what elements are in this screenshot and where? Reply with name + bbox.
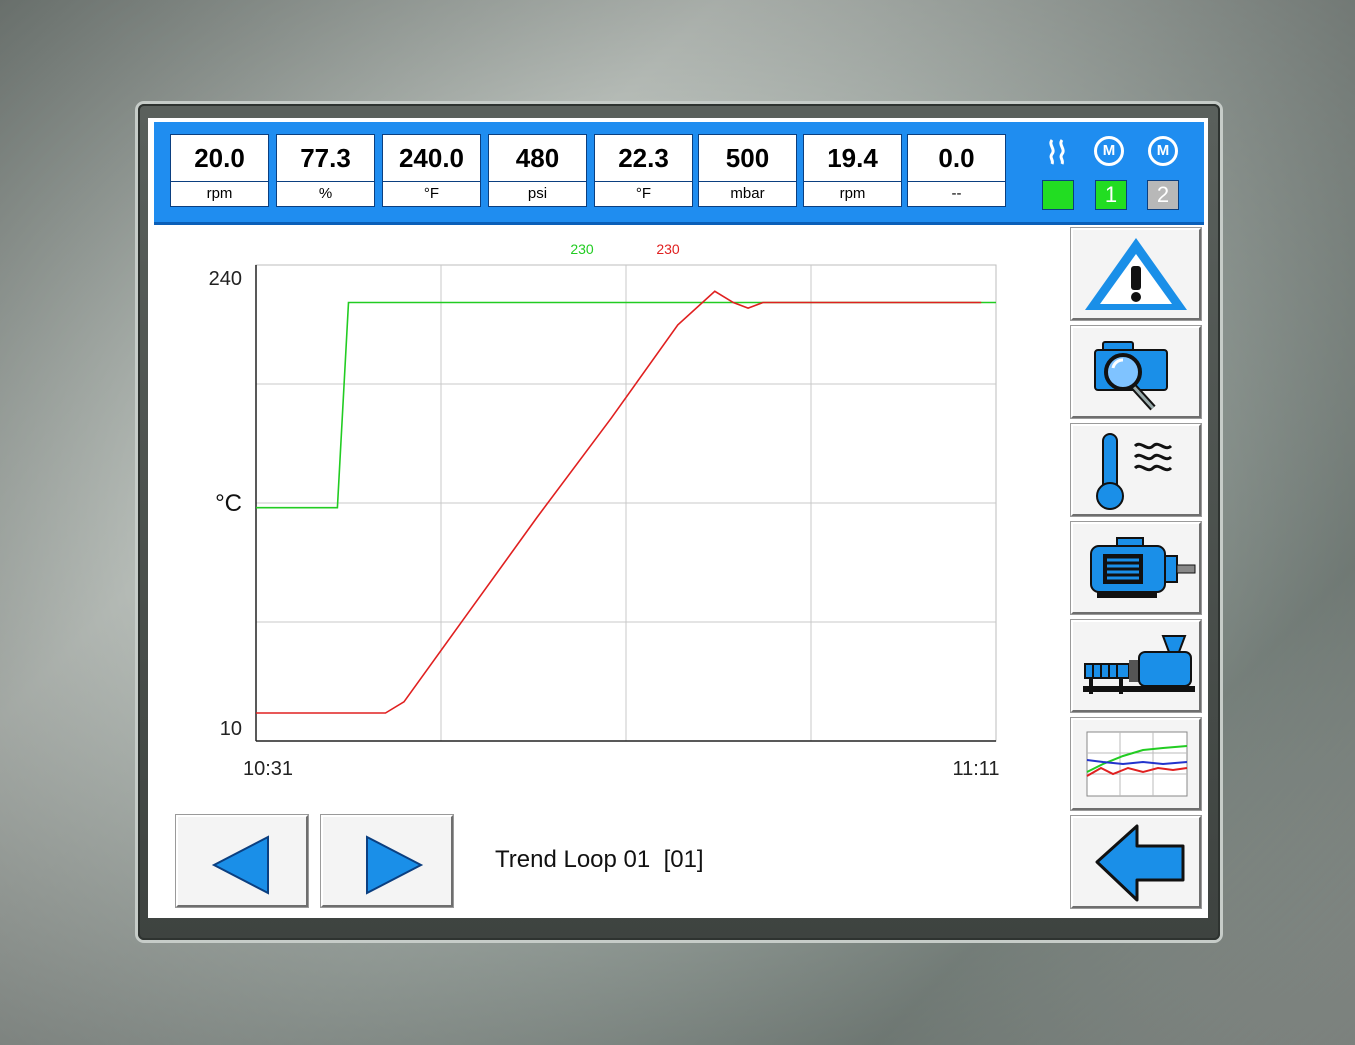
- trend-chart: 240 10 °C 10:31 11:11 230 230: [148, 226, 1068, 796]
- readout-unit: rpm: [839, 185, 866, 202]
- readout-8[interactable]: 0.0 --: [907, 134, 1006, 207]
- readout-1[interactable]: 20.0 rpm: [170, 134, 269, 207]
- readout-value: 77.3: [277, 135, 374, 182]
- readout-value: 22.3: [595, 135, 692, 182]
- readout-6[interactable]: 500 mbar: [698, 134, 797, 207]
- diagnostics-button[interactable]: [1071, 326, 1201, 418]
- motor-icon: [1090, 537, 1196, 598]
- y-tick-label: 240: [209, 268, 242, 290]
- heat-waves-icon: [1042, 136, 1072, 171]
- motor1-indicator: 1: [1095, 180, 1127, 210]
- process-values-bar: 20.0 rpm 77.3 % 240.0 °F 480 psi 22.3 °F…: [154, 122, 1204, 225]
- legend-value: 230: [656, 241, 680, 257]
- trend-chart-icon: [1086, 731, 1188, 797]
- alarm-warning-icon: [1085, 238, 1187, 310]
- readout-2[interactable]: 77.3 %: [276, 134, 375, 207]
- arrow-left-icon: [211, 835, 269, 895]
- readout-3[interactable]: 240.0 °F: [382, 134, 481, 207]
- alarm-button[interactable]: [1071, 228, 1201, 320]
- temperature-button[interactable]: [1071, 424, 1201, 516]
- y-unit-label: °C: [215, 490, 242, 517]
- readout-7[interactable]: 19.4 rpm: [803, 134, 902, 207]
- readout-unit: rpm: [206, 185, 233, 202]
- camera-magnifier-icon: [1094, 341, 1168, 411]
- readout-value: 20.0: [171, 135, 268, 182]
- motor1-icon: M: [1094, 136, 1124, 166]
- motor2-icon: M: [1148, 136, 1178, 166]
- readout-value: 480: [489, 135, 586, 182]
- x-start-label: 10:31: [243, 758, 293, 780]
- readout-unit: °F: [635, 185, 652, 202]
- arrow-right-icon: [366, 835, 424, 895]
- heater-indicator: [1042, 180, 1074, 210]
- readout-unit: °F: [423, 185, 440, 202]
- readout-unit: --: [951, 185, 962, 202]
- back-button[interactable]: [1071, 816, 1201, 908]
- extruder-machine-icon: [1083, 635, 1195, 694]
- readout-value: 19.4: [804, 135, 901, 182]
- back-arrow-icon: [1095, 824, 1185, 902]
- readout-4[interactable]: 480 psi: [488, 134, 587, 207]
- readout-5[interactable]: 22.3 °F: [594, 134, 693, 207]
- readout-value: 0.0: [908, 135, 1005, 182]
- y-tick-label: 10: [220, 718, 242, 740]
- motor2-indicator: 2: [1147, 180, 1179, 210]
- readout-value: 240.0: [383, 135, 480, 182]
- previous-button[interactable]: [176, 815, 308, 907]
- legend-value: 230: [570, 241, 594, 257]
- readout-unit: mbar: [730, 185, 765, 202]
- x-end-label: 11:11: [952, 758, 999, 780]
- readout-unit: psi: [527, 185, 548, 202]
- readout-value: 500: [699, 135, 796, 182]
- motor-button[interactable]: [1071, 522, 1201, 614]
- machine-overview-button[interactable]: [1071, 620, 1201, 712]
- hmi-screen: 20.0 rpm 77.3 % 240.0 °F 480 psi 22.3 °F…: [148, 118, 1208, 918]
- trend-button[interactable]: [1071, 718, 1201, 810]
- trend-title: Trend Loop 01 [01]: [495, 846, 704, 873]
- readout-unit: %: [318, 185, 333, 202]
- next-button[interactable]: [321, 815, 453, 907]
- trend-chart-svg: 240 10 °C 10:31 11:11 230 230: [209, 241, 1000, 780]
- temperature-icon: [1096, 433, 1173, 510]
